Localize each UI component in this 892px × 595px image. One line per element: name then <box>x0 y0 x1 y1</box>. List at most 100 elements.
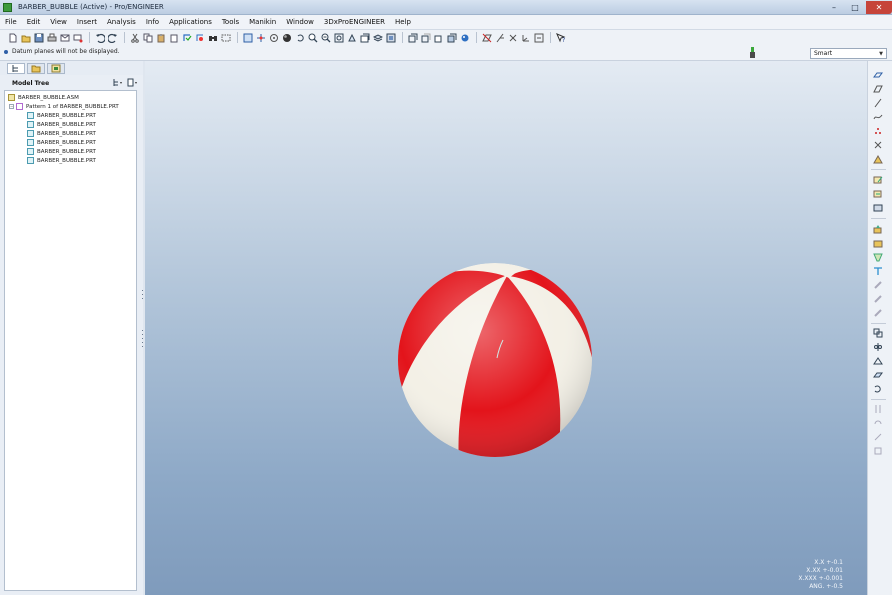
mirror-tool-icon[interactable] <box>872 341 883 352</box>
zoom-in-icon[interactable] <box>307 32 318 43</box>
tree-item-root-assembly[interactable]: BARBER_BUBBLE.ASM <box>8 93 79 102</box>
edit-tool-icon[interactable] <box>872 188 883 199</box>
tree-show-icon[interactable] <box>126 77 138 88</box>
find-icon[interactable] <box>207 32 218 43</box>
appearance-sphere-icon[interactable] <box>281 32 292 43</box>
shell-tool-icon[interactable] <box>872 293 883 304</box>
offset-tool-icon[interactable] <box>872 383 883 394</box>
tab-favorites[interactable] <box>47 63 65 74</box>
datum-plane-icon[interactable] <box>872 83 883 94</box>
copy-icon[interactable] <box>142 32 153 43</box>
maximize-button[interactable]: □ <box>845 1 865 14</box>
tree-item-label: BARBER_BUBBLE.ASM <box>18 94 79 101</box>
selection-box-icon[interactable] <box>220 32 231 43</box>
print-icon[interactable] <box>46 32 57 43</box>
datum-axis-display-icon[interactable] <box>494 32 505 43</box>
window-title: BARBER_BUBBLE (Active) - Pro/ENGINEER <box>18 3 164 11</box>
redo-icon[interactable] <box>107 32 118 43</box>
menu-info[interactable]: Info <box>141 15 164 30</box>
orient-mode-icon[interactable] <box>268 32 279 43</box>
menu-help[interactable]: Help <box>390 15 416 30</box>
layers-icon[interactable] <box>372 32 383 43</box>
close-button[interactable]: ✕ <box>866 1 892 14</box>
coordinate-system-icon[interactable] <box>872 139 883 150</box>
shading-icon[interactable] <box>446 32 457 43</box>
coordinate-system-display-icon[interactable] <box>520 32 531 43</box>
solidify-tool-icon[interactable] <box>872 417 883 428</box>
navigator-splitter[interactable] <box>141 290 144 380</box>
menu-3dxproengineer[interactable]: 3DxProENGINEER <box>319 15 390 30</box>
sketched-curve-icon[interactable] <box>872 111 883 122</box>
tree-item-part[interactable]: BARBER_BUBBLE.PRT <box>27 147 96 156</box>
repaint-icon[interactable] <box>242 32 253 43</box>
refit-icon[interactable] <box>294 32 305 43</box>
undo-icon[interactable] <box>94 32 105 43</box>
menu-manikin[interactable]: Manikin <box>244 15 281 30</box>
tree-settings-icon[interactable] <box>111 77 123 88</box>
sketch-tool-icon[interactable] <box>872 174 883 185</box>
menu-applications[interactable]: Applications <box>164 15 217 30</box>
reorient-icon[interactable] <box>346 32 357 43</box>
rib-tool-icon[interactable] <box>872 307 883 318</box>
regeneration-manager-icon[interactable] <box>194 32 205 43</box>
analysis-feature-icon[interactable] <box>872 153 883 164</box>
tree-item-part[interactable]: BARBER_BUBBLE.PRT <box>27 111 96 120</box>
trim-tool-icon[interactable] <box>872 369 883 380</box>
paste-icon[interactable] <box>155 32 166 43</box>
round-tool-icon[interactable] <box>872 265 883 276</box>
datum-plane-display-icon[interactable] <box>481 32 492 43</box>
tree-item-part[interactable]: BARBER_BUBBLE.PRT <box>27 156 96 165</box>
menu-file[interactable]: File <box>0 15 22 30</box>
pattern-tool-icon[interactable] <box>872 327 883 338</box>
menu-view[interactable]: View <box>45 15 72 30</box>
sweep-tool-icon[interactable] <box>872 251 883 262</box>
datum-axis-icon[interactable] <box>872 97 883 108</box>
selection-filter-dropdown[interactable]: Smart ▼ <box>810 48 887 59</box>
wireframe-icon[interactable] <box>407 32 418 43</box>
tree-item-part[interactable]: BARBER_BUBBLE.PRT <box>27 129 96 138</box>
tree-item-part[interactable]: BARBER_BUBBLE.PRT <box>27 138 96 147</box>
extend-tool-icon[interactable] <box>872 431 883 442</box>
datum-point-display-icon[interactable] <box>507 32 518 43</box>
email-link-icon[interactable] <box>72 32 83 43</box>
tree-item-pattern[interactable]: − Pattern 1 of BARBER_BUBBLE.PRT <box>9 102 119 111</box>
context-help-icon[interactable]: ? <box>555 32 566 43</box>
project-tool-icon[interactable] <box>872 445 883 456</box>
chamfer-tool-icon[interactable] <box>872 279 883 290</box>
spin-center-icon[interactable] <box>255 32 266 43</box>
cut-icon[interactable] <box>129 32 140 43</box>
hidden-line-icon[interactable] <box>420 32 431 43</box>
extrude-tool-icon[interactable] <box>872 223 883 234</box>
merge-tool-icon[interactable] <box>872 355 883 366</box>
model-tree-toggle-icon[interactable] <box>459 32 470 43</box>
datum-point-icon[interactable] <box>872 125 883 136</box>
regenerate-icon[interactable] <box>181 32 192 43</box>
tree-item-part[interactable]: BARBER_BUBBLE.PRT <box>27 120 96 129</box>
no-hidden-icon[interactable] <box>433 32 444 43</box>
annotation-display-icon[interactable] <box>533 32 544 43</box>
tab-model-tree[interactable] <box>7 63 25 74</box>
menu-insert[interactable]: Insert <box>72 15 102 30</box>
menu-window[interactable]: Window <box>281 15 319 30</box>
paste-special-icon[interactable] <box>168 32 179 43</box>
zoom-out-icon[interactable] <box>320 32 331 43</box>
datum-plane-tool-icon[interactable] <box>872 69 883 80</box>
barber-bubble-model[interactable] <box>397 262 593 458</box>
open-folder-icon[interactable] <box>20 32 31 43</box>
email-icon[interactable] <box>59 32 70 43</box>
minimize-button[interactable]: – <box>824 1 844 14</box>
revolve-tool-icon[interactable] <box>872 237 883 248</box>
save-icon[interactable] <box>33 32 44 43</box>
tab-folder-browser[interactable] <box>27 63 45 74</box>
zoom-fit-icon[interactable] <box>333 32 344 43</box>
menu-tools[interactable]: Tools <box>217 15 244 30</box>
expand-collapse-icon[interactable]: − <box>9 104 14 109</box>
hole-tool-icon[interactable] <box>872 202 883 213</box>
menu-analysis[interactable]: Analysis <box>102 15 141 30</box>
new-file-icon[interactable] <box>7 32 18 43</box>
saved-views-icon[interactable] <box>359 32 370 43</box>
view-manager-icon[interactable] <box>385 32 396 43</box>
graphics-viewport[interactable]: X.X +-0.1 X.XX +-0.01 X.XXX +-0.001 ANG.… <box>145 61 867 595</box>
menu-edit[interactable]: Edit <box>22 15 46 30</box>
thicken-tool-icon[interactable] <box>872 403 883 414</box>
